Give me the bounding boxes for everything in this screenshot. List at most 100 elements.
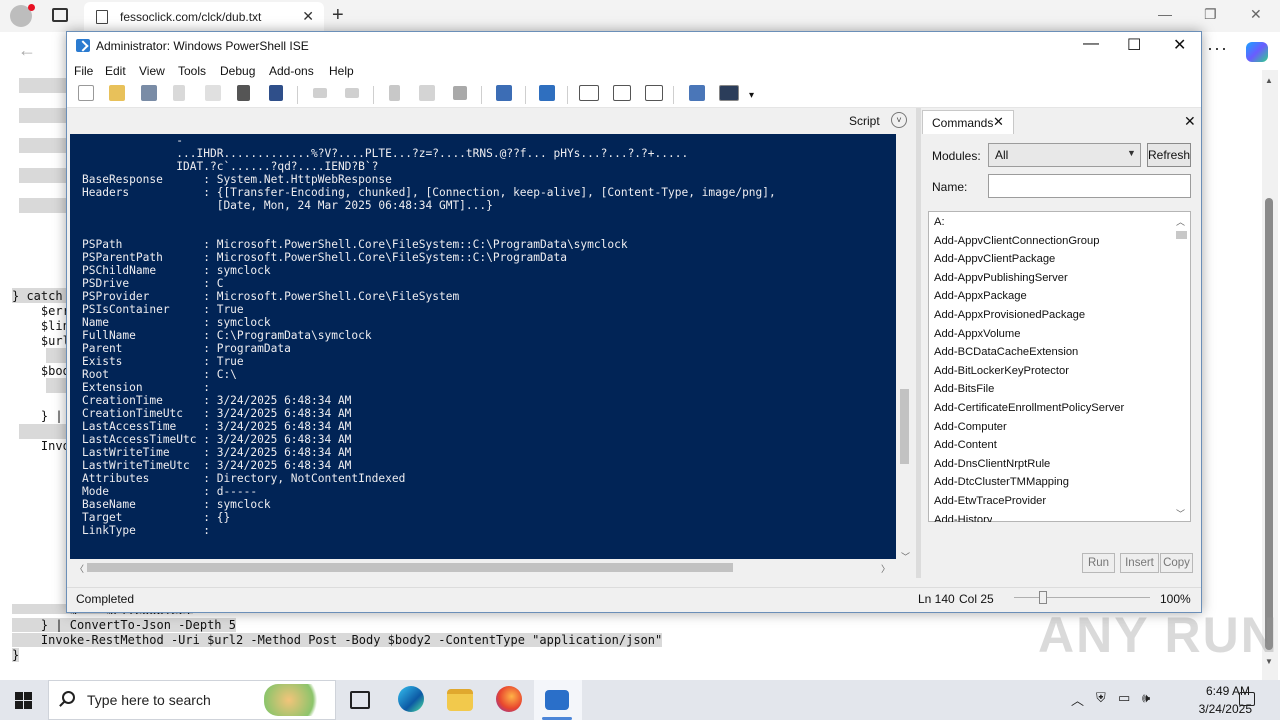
menu-tools[interactable]: Tools (178, 64, 206, 78)
run-script-icon[interactable] (389, 85, 400, 101)
menu-view[interactable]: View (139, 64, 165, 78)
windows-start-icon[interactable] (15, 692, 32, 709)
show-script-maximized-icon[interactable] (645, 85, 663, 101)
copy-button[interactable]: Copy (1160, 553, 1193, 573)
command-list-item[interactable]: Add-AppxProvisionedPackage (934, 309, 1085, 321)
redo-icon[interactable] (345, 88, 359, 98)
command-list-item[interactable]: Add-AppvClientConnectionGroup (934, 235, 1099, 247)
undo-icon[interactable] (313, 88, 327, 98)
menu-debug[interactable]: Debug (220, 64, 255, 78)
console-vertical-scroll-thumb[interactable] (900, 389, 909, 464)
menu-help[interactable]: Help (329, 64, 354, 78)
notification-center-icon[interactable] (1239, 692, 1255, 706)
console-line: LastAccessTimeUtc : 3/24/2025 6:48:34 AM (82, 433, 352, 446)
command-list-item[interactable]: Add-Computer (934, 421, 1007, 433)
page-scrollbar-thumb[interactable] (1265, 198, 1273, 650)
zoom-slider-track[interactable] (1014, 597, 1150, 598)
tab-actions-icon[interactable] (52, 8, 68, 22)
console-scroll-left-icon[interactable]: 〈 (75, 562, 84, 575)
show-commands-window-icon[interactable] (689, 85, 705, 101)
profile-avatar-icon[interactable] (10, 4, 35, 27)
browser-tab[interactable]: fessoclick.com/clck/dub.txt ✕ (84, 2, 324, 32)
command-list-item[interactable]: Add-AppxPackage (934, 290, 1027, 302)
back-arrow-icon[interactable]: ← (18, 40, 36, 61)
command-list-item[interactable]: Add-BitsFile (934, 383, 994, 395)
show-command-addon-icon[interactable] (719, 85, 739, 101)
command-list-item[interactable]: Add-BCDataCacheExtension (934, 346, 1078, 358)
modules-dropdown[interactable] (988, 143, 1141, 167)
command-list-item[interactable]: Add-EtwTraceProvider (934, 495, 1046, 507)
clear-console-icon[interactable] (269, 85, 283, 101)
menu-file[interactable]: File (74, 64, 93, 78)
zoom-slider-thumb[interactable] (1039, 591, 1047, 604)
ise-minimize-button[interactable]: — (1083, 35, 1099, 53)
commands-scroll-up-icon[interactable]: ︿ (1176, 215, 1185, 228)
command-list-item[interactable]: Add-AppvPublishingServer (934, 272, 1068, 284)
command-list-item[interactable]: Add-History (934, 514, 992, 522)
commands-list-scroll-thumb[interactable] (1176, 231, 1187, 239)
script-pane-label[interactable]: Script (849, 114, 880, 128)
run-button[interactable]: Run (1082, 553, 1115, 573)
powershell-ise-taskbar-icon[interactable] (545, 690, 569, 710)
commands-scroll-down-icon[interactable]: ﹀ (1176, 507, 1185, 520)
chevron-down-icon[interactable]: ▼ (1127, 148, 1136, 158)
toolbar-overflow-icon[interactable]: ▾ (749, 90, 754, 101)
scroll-up-arrow-icon[interactable]: ▲ (1265, 76, 1273, 85)
command-list-item[interactable]: Add-DnsClientNrptRule (934, 458, 1050, 470)
menu-add-ons[interactable]: Add-ons (269, 64, 314, 78)
command-list-item[interactable]: Add-CertificateEnrollmentPolicyServer (934, 402, 1124, 414)
command-list-item[interactable]: Add-AppxVolume (934, 328, 1020, 340)
cut-icon[interactable] (173, 85, 185, 101)
new-file-icon[interactable] (78, 85, 94, 101)
console-scroll-right-icon[interactable]: 〉 (881, 562, 890, 575)
browser-restore-button[interactable]: ❐ (1204, 6, 1217, 23)
page-code-line: } catch (12, 289, 63, 303)
ise-maximize-button[interactable]: ☐ (1127, 35, 1141, 55)
run-selection-icon[interactable] (419, 85, 435, 101)
clock-time[interactable]: 6:49 AM (1170, 684, 1250, 698)
save-icon[interactable] (141, 85, 157, 101)
commands-pane-close-icon[interactable]: ✕ (1184, 113, 1196, 130)
console-horizontal-scroll-thumb[interactable] (87, 563, 733, 572)
commands-list-scrollbar[interactable] (1173, 212, 1190, 521)
task-view-icon[interactable] (350, 691, 370, 709)
commands-tab-close-icon[interactable]: ✕ (993, 114, 1004, 130)
refresh-button[interactable]: Refresh (1147, 143, 1191, 167)
tray-overflow-chevron-icon[interactable]: ︿ (1071, 690, 1084, 709)
ise-close-button[interactable]: ✕ (1173, 35, 1186, 55)
firefox-icon[interactable] (496, 686, 522, 712)
tab-close-icon[interactable]: ✕ (302, 8, 314, 25)
name-filter-input[interactable] (988, 174, 1191, 198)
console-scroll-down-icon[interactable]: ﹀ (901, 550, 910, 563)
command-list-item[interactable]: Add-DtcClusterTMMapping (934, 476, 1069, 488)
command-list-item[interactable]: A: (934, 216, 945, 228)
open-folder-icon[interactable] (109, 85, 125, 101)
page-highlight-block (19, 78, 66, 93)
insert-button[interactable]: Insert (1120, 553, 1159, 573)
console-vertical-scrollbar[interactable] (897, 134, 912, 559)
copilot-icon[interactable] (1246, 42, 1268, 62)
menu-edit[interactable]: Edit (105, 64, 126, 78)
show-script-right-icon[interactable] (613, 85, 631, 101)
command-list-item[interactable]: Add-Content (934, 439, 997, 451)
command-list-item[interactable]: Add-AppvClientPackage (934, 253, 1055, 265)
paste-icon[interactable] (237, 85, 250, 101)
show-script-top-icon[interactable] (579, 85, 599, 101)
stop-icon[interactable] (453, 86, 467, 100)
browser-close-button[interactable]: ✕ (1250, 6, 1262, 23)
edge-browser-icon[interactable] (398, 686, 424, 712)
command-list-item[interactable]: Add-BitLockerKeyProtector (934, 365, 1069, 377)
copy-icon[interactable] (205, 85, 221, 101)
start-powershell-icon[interactable] (539, 85, 555, 101)
network-icon[interactable]: ▭ (1118, 690, 1130, 706)
file-explorer-icon[interactable] (447, 689, 473, 711)
volume-icon[interactable]: 🕪 (1142, 690, 1150, 706)
pane-splitter[interactable] (916, 108, 921, 578)
console-pane[interactable]: - ...IHDR.............%?V?....PLTE...?z=… (70, 134, 896, 559)
browser-minimize-button[interactable]: — (1158, 6, 1172, 22)
tray-security-icon[interactable]: ⛨ (1096, 690, 1106, 706)
more-menu-icon[interactable]: ··· (1207, 38, 1228, 59)
show-script-pane-chevron-icon[interactable]: ˅ (891, 112, 907, 128)
remote-powershell-icon[interactable] (496, 85, 512, 101)
new-tab-button[interactable]: + (332, 4, 344, 27)
